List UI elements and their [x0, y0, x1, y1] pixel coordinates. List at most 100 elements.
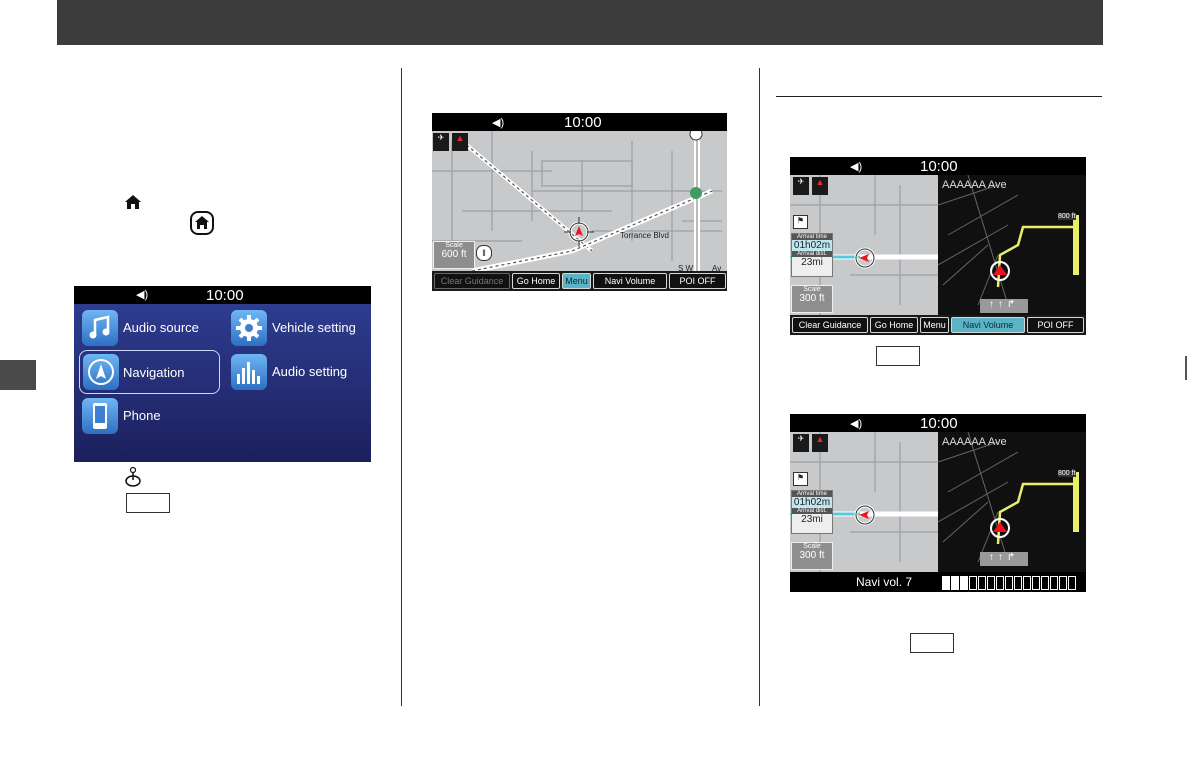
vehicle-setting-tile[interactable]: Vehicle setting: [231, 308, 369, 348]
navi-volume-button[interactable]: Navi Volume: [593, 273, 667, 289]
column-divider: [401, 68, 402, 706]
audio-source-tile[interactable]: Audio source: [82, 308, 222, 348]
home-screen: ◀) 10:00 Audio source Vehicle setting Na…: [74, 286, 371, 462]
navigation-arrow-icon: [83, 354, 119, 390]
go-home-button[interactable]: Go Home: [512, 273, 560, 289]
volume-cell: [1005, 575, 1013, 590]
phone-icon: [82, 398, 118, 434]
joystick-icon: [125, 466, 141, 487]
clear-guidance-button[interactable]: Clear Guidance: [792, 317, 868, 333]
clock: 10:00: [920, 158, 958, 175]
junction-view: AAAAAA Ave 800 ft ↑↑↱: [937, 174, 1086, 315]
phone-tile[interactable]: Phone: [82, 396, 222, 436]
volume-cell: [1059, 575, 1067, 590]
volume-cell: [978, 575, 986, 590]
navigation-label: Navigation: [123, 365, 185, 380]
key-label-box: [126, 493, 170, 513]
street-name: AAAAAA Ave: [942, 436, 1007, 448]
volume-cell: [942, 575, 950, 590]
menu-button[interactable]: Menu: [920, 317, 949, 333]
volume-cell: [1041, 575, 1049, 590]
clock: 10:00: [206, 287, 244, 304]
gps-icon: ✈: [793, 434, 809, 452]
gear-icon: [231, 310, 267, 346]
status-bar: ◀) 10:00: [790, 414, 1086, 432]
arrival-time-value: 01h02m: [792, 240, 832, 251]
map-view[interactable]: ✈ ▲ ⚑ Arrival time 01h02m Arrival dist. …: [790, 432, 938, 572]
music-note-icon: [82, 310, 118, 346]
gps-icon: ✈: [793, 177, 809, 195]
scale-value: 300 ft: [799, 293, 825, 304]
map-button-row: Clear Guidance Go Home Menu Navi Volume …: [790, 315, 1086, 335]
key-label-box: [910, 633, 954, 653]
volume-level-meter[interactable]: [942, 575, 1077, 590]
map-screen: ◀) 10:00 ✈ ▲ ǁ Torrance Blvd S W Av Scal…: [432, 113, 727, 291]
crosshair-icon: [854, 247, 876, 269]
phone-label: Phone: [123, 408, 161, 423]
section-rule: [776, 96, 1102, 97]
audio-setting-label: Audio setting: [272, 364, 348, 379]
status-bar: ◀) 10:00: [432, 113, 727, 131]
map-view[interactable]: ✈ ▲ ǁ Torrance Blvd S W Av Scale 600 ft: [432, 127, 727, 274]
compass-icon: ▲: [812, 177, 828, 195]
volume-cell: [1032, 575, 1040, 590]
junction-view: AAAAAA Ave 800 ft ↑↑↱: [937, 431, 1086, 572]
navi-volume-button[interactable]: Navi Volume: [951, 317, 1025, 333]
margin-mark: [1185, 356, 1187, 380]
status-bar: ◀) 10:00: [790, 157, 1086, 175]
arrival-info: Arrival time 01h02m Arrival dist. 23mi: [791, 490, 833, 534]
volume-cell: [987, 575, 995, 590]
volume-cell: [951, 575, 959, 590]
street-name: AAAAAA Ave: [942, 179, 1007, 191]
page-header-bar: [57, 0, 1103, 45]
audio-source-label: Audio source: [123, 320, 199, 335]
distance-label: 800 ft: [1058, 470, 1076, 477]
clear-guidance-button[interactable]: Clear Guidance: [434, 273, 510, 289]
scale-label: Scale: [803, 286, 821, 293]
navi-volume-label: Navi vol. 7: [856, 575, 913, 589]
crosshair-icon: [564, 217, 594, 247]
volume-cell: [1050, 575, 1058, 590]
map-view[interactable]: ✈ ▲ ⚑ Arrival time 01h02m Arrival dist. …: [790, 175, 938, 315]
distance-label: 800 ft: [1058, 213, 1076, 220]
scale-label: Scale: [803, 543, 821, 550]
poi-off-button[interactable]: POI OFF: [1027, 317, 1084, 333]
junction-roads: [937, 431, 1079, 563]
crosshair-icon: [854, 504, 876, 526]
compass-icon: ▲: [812, 434, 828, 452]
navigation-tile[interactable]: Navigation: [79, 350, 220, 394]
scale-indicator: Scale 600 ft: [433, 241, 475, 269]
go-home-button[interactable]: Go Home: [870, 317, 918, 333]
speaker-icon: ◀): [850, 161, 863, 173]
junction-roads: [937, 174, 1079, 306]
guidance-volume-screen: ◀) 10:00 ✈ ▲ ⚑ Arrival time 01h02m Arriv…: [790, 414, 1086, 592]
street-label: Torrance Blvd: [620, 231, 669, 240]
navi-volume-bar[interactable]: Navi vol. 7: [790, 572, 1086, 592]
guidance-screen: ◀) 10:00 ✈ ▲ ⚑ Arrival time 01h02m Arriv…: [790, 157, 1086, 335]
volume-cell: [1014, 575, 1022, 590]
arrival-dist-value: 23mi: [801, 514, 823, 525]
lane-guidance: ↑↑↱: [980, 552, 1028, 566]
status-bar: ◀) 10:00: [74, 286, 371, 304]
clock: 10:00: [564, 114, 602, 131]
volume-cell: [960, 575, 968, 590]
menu-button[interactable]: Menu: [562, 273, 591, 289]
poi-off-button[interactable]: POI OFF: [669, 273, 726, 289]
volume-cell: [969, 575, 977, 590]
key-label-box: [876, 346, 920, 366]
compass-icon: ▲: [452, 133, 468, 151]
volume-cell: [1068, 575, 1076, 590]
speaker-icon: ◀): [850, 418, 863, 430]
home-icon: [125, 195, 141, 209]
audio-setting-tile[interactable]: Audio setting: [231, 352, 369, 392]
clock: 10:00: [920, 415, 958, 432]
scale-indicator: Scale 300 ft: [791, 542, 833, 570]
equalizer-icon: [231, 354, 267, 390]
scale-indicator: Scale 300 ft: [791, 285, 833, 313]
scale-value: 300 ft: [799, 550, 825, 561]
scale-label: Scale: [445, 242, 463, 249]
flag-icon: ⚑: [793, 215, 808, 229]
vehicle-setting-label: Vehicle setting: [272, 320, 356, 335]
flag-icon: ⚑: [793, 472, 808, 486]
map-button-row: Clear Guidance Go Home Menu Navi Volume …: [432, 271, 727, 291]
